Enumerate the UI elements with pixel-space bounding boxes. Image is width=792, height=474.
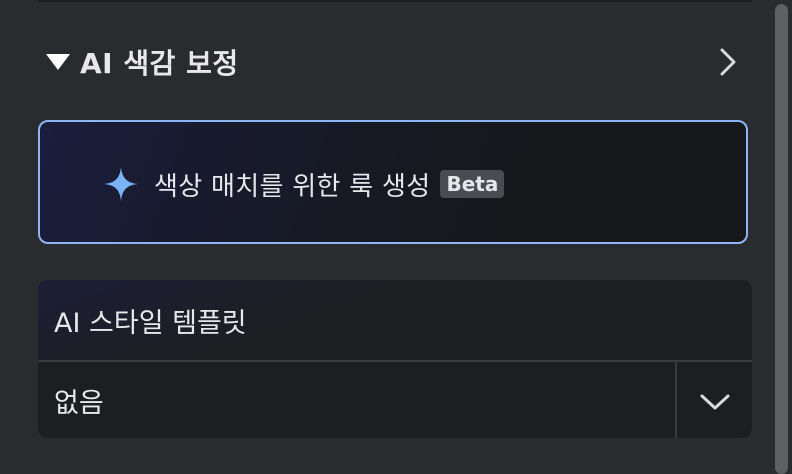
sparkle-icon	[102, 165, 140, 203]
collapse-triangle-icon[interactable]	[46, 51, 74, 73]
generate-look-button[interactable]: 색상 매치를 위한 룩 생성 Beta	[38, 120, 748, 244]
chevron-right-icon[interactable]	[716, 48, 740, 76]
scrollbar-thumb[interactable]	[775, 4, 788, 474]
generate-look-row: 색상 매치를 위한 룩 생성 Beta	[102, 160, 505, 208]
ai-style-template-title: AI 스타일 템플릿	[54, 307, 247, 339]
beta-badge: Beta	[440, 170, 505, 198]
top-divider	[38, 0, 752, 2]
ai-style-template-panel: AI 스타일 템플릿 없음	[38, 280, 752, 438]
generate-look-label: 색상 매치를 위한 룩 생성	[154, 171, 431, 202]
dropdown-divider	[675, 362, 677, 438]
ai-style-template-header: AI 스타일 템플릿	[38, 280, 752, 362]
section-header[interactable]: AI 색감 보정	[38, 36, 750, 88]
section-title: AI 색감 보정	[80, 47, 239, 80]
vertical-scrollbar[interactable]	[773, 0, 792, 474]
ai-style-template-dropdown[interactable]: 없음	[38, 362, 752, 438]
dropdown-selected-value: 없음	[54, 387, 104, 419]
chevron-down-icon[interactable]	[698, 386, 732, 416]
